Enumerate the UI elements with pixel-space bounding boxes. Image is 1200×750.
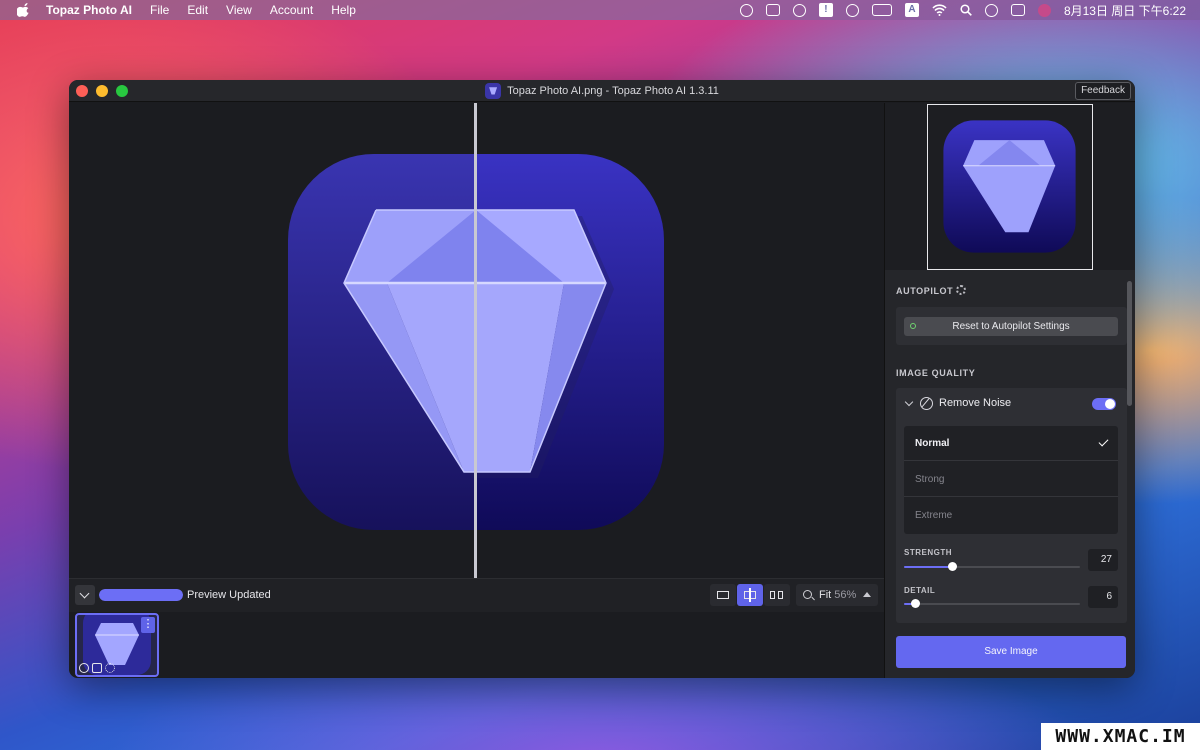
menu-file[interactable]: File [150, 3, 169, 17]
split-view-button[interactable] [737, 584, 763, 606]
mode-strong-label: Strong [915, 474, 945, 485]
autopilot-heading: AUTOPILOT [896, 286, 954, 296]
thumbnail-badges [79, 663, 115, 673]
view-mode-group [710, 584, 790, 606]
window-controls [76, 85, 128, 97]
menu-clock[interactable]: 8月13日 周日 下午6:22 [1064, 2, 1186, 19]
detail-slider-thumb[interactable] [910, 599, 920, 608]
control-center-icon[interactable] [1010, 4, 1025, 16]
menu-view[interactable]: View [226, 3, 252, 17]
navigator-viewport-frame[interactable] [927, 104, 1093, 270]
shield-icon[interactable] [792, 3, 806, 17]
denoise-badge-icon [79, 663, 89, 673]
comparison-split-handle[interactable] [474, 103, 477, 578]
screen-mirror-icon[interactable] [765, 4, 780, 16]
split-view-line [749, 588, 751, 602]
search-icon[interactable] [960, 4, 972, 16]
topaz-window: Topaz Photo AI.png - Topaz Photo AI 1.3.… [69, 80, 1135, 678]
zoom-percentage: 56% [834, 589, 857, 601]
window-title: Topaz Photo AI.png - Topaz Photo AI 1.3.… [507, 84, 719, 97]
preview-progress-fill [99, 589, 183, 601]
image-thumbnail[interactable]: ⋮ [75, 613, 159, 677]
strength-value[interactable]: 27 [1088, 549, 1118, 571]
battery-icon[interactable] [871, 4, 892, 16]
collapse-filmstrip-button[interactable] [75, 585, 95, 605]
user-icon[interactable] [984, 3, 998, 17]
menu-help[interactable]: Help [331, 3, 356, 17]
reset-autopilot-label: Reset to Autopilot Settings [952, 321, 1070, 332]
reset-autopilot-button[interactable]: Reset to Autopilot Settings [904, 317, 1118, 336]
check-icon [1098, 436, 1109, 447]
image-quality-heading: IMAGE QUALITY [896, 368, 976, 378]
side-by-side-icon-left [770, 591, 775, 599]
apple-icon[interactable] [17, 3, 31, 17]
remove-noise-icon [920, 397, 933, 410]
input-source-icon[interactable]: A [904, 3, 919, 17]
navigator-preview[interactable] [885, 103, 1135, 270]
menu-bar: Topaz Photo AI File Edit View Account He… [0, 0, 1200, 20]
wifi-icon[interactable] [932, 4, 947, 16]
panel-scrollbar[interactable] [1127, 281, 1132, 406]
chevron-down-icon[interactable] [904, 397, 914, 407]
sparkle-badge-icon [105, 663, 115, 673]
strength-slider-thumb[interactable] [947, 562, 957, 571]
save-image-button[interactable]: Save Image [896, 636, 1126, 668]
strength-slider[interactable] [904, 562, 1080, 571]
settings-panel: AUTOPILOT Reset to Autopilot Settings IM… [884, 103, 1135, 678]
siri-icon[interactable] [1037, 3, 1051, 17]
zoom-control[interactable]: Fit 56% [796, 584, 878, 606]
status-dot-icon [910, 323, 916, 329]
topaz-badge-icon [92, 663, 102, 673]
zoom-label: Fit 56% [819, 589, 856, 601]
remove-noise-toggle[interactable] [1092, 398, 1116, 410]
mode-normal-label: Normal [915, 438, 950, 449]
noise-mode-list: Normal Strong Extreme [904, 426, 1118, 534]
menu-account[interactable]: Account [270, 3, 313, 17]
preview-status-text: Preview Updated [187, 589, 271, 601]
detail-slider[interactable] [904, 599, 1080, 608]
detail-label: DETAIL [904, 586, 936, 595]
sync-icon[interactable] [739, 3, 753, 17]
minimize-window-button[interactable] [96, 85, 108, 97]
preview-canvas[interactable] [69, 103, 884, 578]
remove-noise-header[interactable]: Remove Noise [896, 388, 1127, 420]
single-view-button[interactable] [710, 584, 736, 606]
title-bar[interactable]: Topaz Photo AI.png - Topaz Photo AI 1.3.… [69, 80, 1135, 102]
single-view-icon [717, 591, 729, 599]
notice-icon[interactable]: ! [818, 3, 833, 17]
menu-edit[interactable]: Edit [187, 3, 208, 17]
bottom-toolbar: Preview Updated Fit 56% [69, 578, 884, 612]
mode-strong[interactable]: Strong [904, 462, 1118, 497]
side-by-side-icon-right [778, 591, 783, 599]
mode-extreme-label: Extreme [915, 510, 953, 521]
gear-icon[interactable] [956, 285, 966, 295]
autopilot-card: Reset to Autopilot Settings [896, 307, 1127, 345]
strength-label: STRENGTH [904, 548, 952, 557]
remove-noise-title: Remove Noise [939, 397, 1012, 409]
mode-normal[interactable]: Normal [904, 426, 1118, 461]
preview-progress-bar [99, 589, 183, 601]
zoom-window-button[interactable] [116, 85, 128, 97]
side-by-side-view-button[interactable] [764, 584, 790, 606]
mode-extreme[interactable]: Extreme [904, 498, 1118, 533]
zoom-icon [803, 590, 812, 599]
menu-app-name[interactable]: Topaz Photo AI [46, 3, 132, 17]
feedback-button[interactable]: Feedback [1075, 82, 1131, 100]
strength-slider-fill [904, 566, 952, 568]
detail-value[interactable]: 6 [1088, 586, 1118, 608]
filmstrip: ⋮ [69, 612, 884, 678]
document-icon [485, 82, 502, 99]
chevron-up-icon[interactable] [863, 592, 871, 597]
close-window-button[interactable] [76, 85, 88, 97]
watermark: WWW.XMAC.IM [1041, 723, 1200, 750]
remove-noise-card: Remove Noise Normal Strong Extreme STREN… [896, 388, 1127, 623]
rocket-icon[interactable] [845, 3, 859, 17]
menu-status-area: ! A 8月13日 周日 下午6:22 [739, 0, 1186, 20]
thumbnail-more-icon[interactable]: ⋮ [141, 617, 155, 633]
zoom-mode: Fit [819, 589, 832, 601]
